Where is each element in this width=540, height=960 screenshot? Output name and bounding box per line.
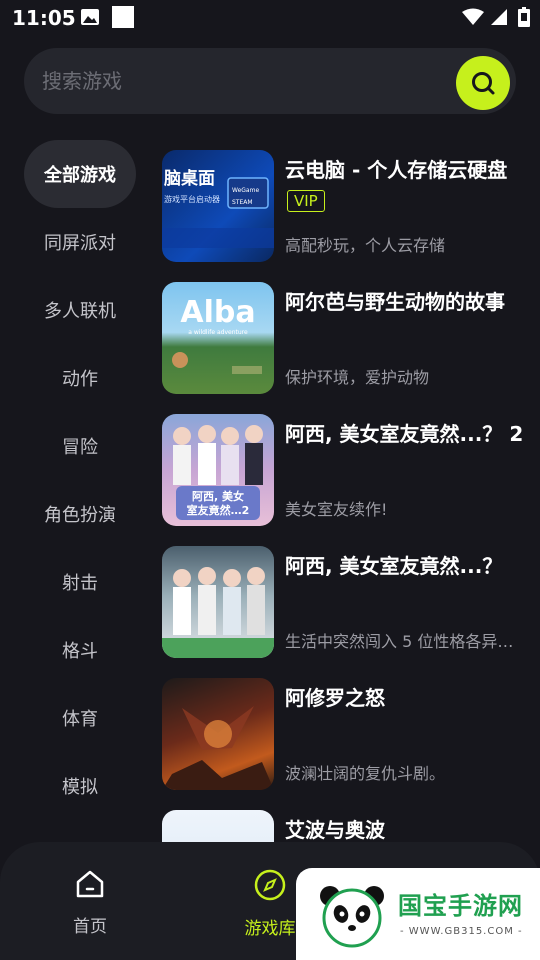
game-title: 云电脑 - 个人存储云硬盘: [285, 158, 508, 182]
svg-text:室友竟然…2: 室友竟然…2: [187, 503, 250, 517]
category-action[interactable]: 动作: [24, 344, 136, 412]
search-icon: [472, 72, 495, 95]
status-bar: 11:05: [0, 0, 540, 36]
game-thumbnail: 阿西, 美女 室友竟然…2: [162, 414, 274, 526]
category-rpg[interactable]: 角色扮演: [24, 480, 136, 548]
svg-text:a wildlife adventure: a wildlife adventure: [188, 329, 248, 336]
compass-icon: [254, 869, 286, 901]
category-sports[interactable]: 体育: [24, 684, 136, 752]
site-watermark: 国宝手游网 - WWW.GB315.COM -: [296, 868, 540, 960]
notification-square-icon: [112, 6, 134, 28]
svg-text:WeGame: WeGame: [232, 187, 259, 194]
search-bar: [24, 48, 516, 114]
svg-text:阿西, 美女: 阿西, 美女: [192, 489, 244, 503]
svg-text:STEAM: STEAM: [232, 199, 253, 206]
category-all-games[interactable]: 全部游戏: [24, 140, 136, 208]
panda-logo-icon: [320, 886, 384, 948]
search-input[interactable]: [42, 68, 422, 94]
watermark-text: 国宝手游网: [398, 892, 523, 920]
game-description: 保护环境，爱护动物: [285, 368, 430, 387]
category-simulation[interactable]: 模拟: [24, 752, 136, 820]
game-item-asura[interactable]: 阿修罗之怒 波澜壮阔的复仇斗剧。: [160, 678, 540, 792]
game-thumbnail: [162, 546, 274, 658]
game-list: 脑桌面 游戏平台启动器 WeGame STEAM 云电脑 - 个人存储云硬盘 V…: [160, 150, 540, 850]
category-party[interactable]: 同屏派对: [24, 208, 136, 276]
battery-icon: [518, 7, 530, 27]
category-fighting[interactable]: 格斗: [24, 616, 136, 684]
game-thumbnail: Alba a wildlife adventure: [162, 282, 274, 394]
game-description: 高配秒玩，个人云存储: [285, 236, 446, 255]
game-item-roommates[interactable]: 阿西, 美女室友竟然...？ 生活中突然闯入 5 位性格各异的美女室友: [160, 546, 540, 660]
signal-icon: [491, 9, 507, 25]
game-description: 波澜壮阔的复仇斗剧。: [285, 764, 446, 783]
svg-text:脑桌面: 脑桌面: [164, 168, 215, 189]
category-shooter[interactable]: 射击: [24, 548, 136, 616]
game-item-cloud-pc[interactable]: 脑桌面 游戏平台启动器 WeGame STEAM 云电脑 - 个人存储云硬盘 V…: [160, 150, 540, 264]
category-multiplayer[interactable]: 多人联机: [24, 276, 136, 344]
game-thumbnail: [162, 678, 274, 790]
gallery-icon: [81, 9, 99, 25]
category-adventure[interactable]: 冒险: [24, 412, 136, 480]
watermark-url: - WWW.GB315.COM -: [400, 926, 523, 937]
game-description: 美女室友续作!: [285, 500, 388, 519]
game-title: 阿修罗之怒: [285, 686, 385, 710]
nav-home-label: 首页: [73, 917, 107, 937]
game-thumbnail: 脑桌面 游戏平台启动器 WeGame STEAM: [162, 150, 274, 262]
category-sidebar: 全部游戏 同屏派对 多人联机 动作 冒险 角色扮演 射击 格斗 体育 模拟: [0, 140, 160, 840]
status-time: 11:05: [12, 6, 76, 30]
game-title: 艾波与奥波: [285, 818, 385, 842]
search-button[interactable]: [456, 56, 510, 110]
game-title: 阿西, 美女室友竟然...？: [285, 554, 503, 578]
nav-home[interactable]: 首页: [35, 868, 145, 937]
game-item-alba[interactable]: Alba a wildlife adventure 阿尔芭与野生动物的故事 保护…: [160, 282, 540, 396]
game-description: 生活中突然闯入 5 位性格各异的美女室友: [285, 632, 525, 651]
game-title: 阿西, 美女室友竟然...？ 2: [285, 422, 524, 446]
svg-text:游戏平台启动器: 游戏平台启动器: [164, 194, 220, 204]
wifi-icon: [462, 8, 484, 25]
vip-badge: VIP: [287, 190, 325, 212]
home-icon: [76, 870, 104, 898]
svg-text:Alba: Alba: [180, 295, 255, 330]
game-item-roommates-2[interactable]: 阿西, 美女 室友竟然…2 阿西, 美女室友竟然...？ 2 美女室友续作!: [160, 414, 540, 528]
game-title: 阿尔芭与野生动物的故事: [285, 290, 505, 314]
